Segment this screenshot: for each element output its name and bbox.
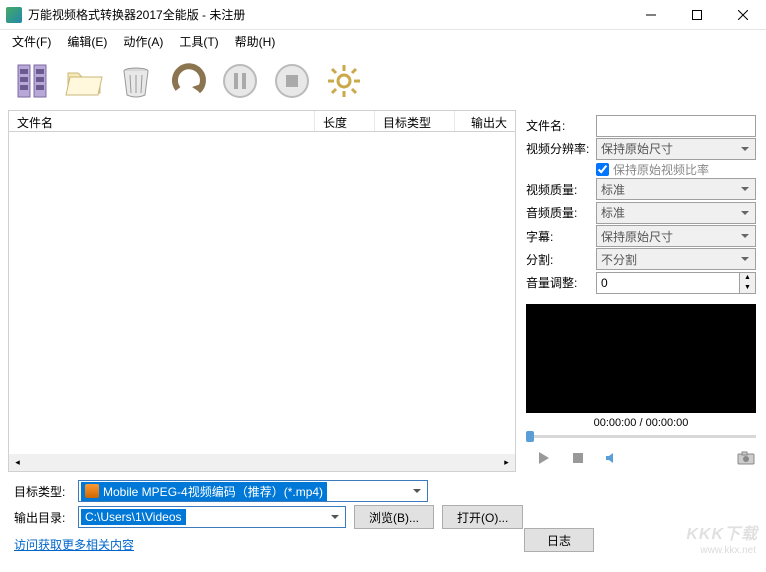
volume-spinner[interactable]: 0 ▲▼ — [596, 272, 756, 294]
add-folder-button[interactable] — [60, 57, 108, 105]
column-filename[interactable]: 文件名 — [9, 111, 315, 131]
menu-tools[interactable]: 工具(T) — [171, 31, 226, 52]
title-bar: 万能视频格式转换器2017全能版 - 未注册 — [0, 0, 766, 30]
seek-slider[interactable] — [526, 435, 756, 438]
output-dir-select[interactable]: C:\Users\1\Videos — [78, 506, 346, 528]
audio-quality-select[interactable]: 标准 — [596, 202, 756, 224]
maximize-button[interactable] — [674, 0, 720, 30]
split-select[interactable]: 不分割 — [596, 248, 756, 270]
scroll-track[interactable] — [26, 454, 498, 471]
output-dir-label: 输出目录: — [14, 509, 70, 526]
video-quality-label: 视频质量: — [526, 181, 596, 198]
mp4-icon — [85, 484, 99, 498]
resolution-select[interactable]: 保持原始尺寸 — [596, 138, 756, 160]
app-icon — [6, 7, 22, 23]
window-title: 万能视频格式转换器2017全能版 - 未注册 — [28, 6, 628, 23]
resolution-label: 视频分辨率: — [526, 140, 596, 157]
target-type-label: 目标类型: — [14, 483, 70, 500]
open-button[interactable]: 打开(O)... — [442, 505, 523, 529]
audio-quality-value: 标准 — [601, 204, 625, 221]
volume-up-icon[interactable]: ▲ — [740, 273, 755, 283]
menu-help[interactable]: 帮助(H) — [227, 31, 284, 52]
table-header: 文件名 长度 目标类型 输出大小 — [8, 110, 516, 132]
volume-icon[interactable] — [602, 448, 622, 468]
properties-pane: 文件名: 视频分辨率: 保持原始尺寸 保持原始视频比率 视频质量: 标准 音频质… — [520, 110, 766, 472]
audio-quality-label: 音频质量: — [526, 204, 596, 221]
play-button[interactable] — [534, 448, 554, 468]
scroll-right-icon[interactable]: ▸ — [498, 454, 515, 471]
stop-playback-button[interactable] — [568, 448, 588, 468]
pause-button[interactable] — [216, 57, 264, 105]
volume-label: 音量调整: — [526, 274, 596, 291]
video-quality-value: 标准 — [601, 181, 625, 198]
output-dir-value: C:\Users\1\Videos — [85, 510, 182, 524]
minimize-button[interactable] — [628, 0, 674, 30]
file-list-body[interactable]: ◂ ▸ — [8, 132, 516, 472]
scroll-left-icon[interactable]: ◂ — [9, 454, 26, 471]
resolution-value: 保持原始尺寸 — [601, 140, 673, 157]
browse-button[interactable]: 浏览(B)... — [354, 505, 434, 529]
bottom-panel: 目标类型: Mobile MPEG-4视频编码（推荐）(*.mp4) 输出目录:… — [0, 472, 766, 572]
snapshot-button[interactable] — [736, 448, 756, 468]
file-list-pane: 文件名 长度 目标类型 输出大小 ◂ ▸ — [0, 110, 520, 472]
time-separator: / — [636, 417, 645, 429]
column-length[interactable]: 长度 — [315, 111, 375, 131]
volume-value[interactable]: 0 — [596, 272, 740, 294]
subtitle-select[interactable]: 保持原始尺寸 — [596, 225, 756, 247]
time-total: 00:00:00 — [646, 417, 689, 429]
delete-button[interactable] — [112, 57, 160, 105]
column-output-size[interactable]: 输出大小 — [455, 111, 515, 131]
menu-edit[interactable]: 编辑(E) — [59, 31, 115, 52]
playback-controls — [526, 448, 756, 468]
target-type-select[interactable]: Mobile MPEG-4视频编码（推荐）(*.mp4) — [78, 480, 428, 502]
filename-label: 文件名: — [526, 117, 596, 134]
settings-button[interactable] — [320, 57, 368, 105]
keep-ratio-checkbox[interactable] — [596, 163, 609, 176]
window-buttons — [628, 0, 766, 30]
split-label: 分割: — [526, 251, 596, 268]
stop-button[interactable] — [268, 57, 316, 105]
split-value: 不分割 — [601, 251, 637, 268]
subtitle-value: 保持原始尺寸 — [601, 228, 673, 245]
horizontal-scrollbar[interactable]: ◂ ▸ — [9, 454, 515, 471]
convert-button[interactable] — [164, 57, 212, 105]
time-display: 00:00:00 / 00:00:00 — [526, 417, 756, 429]
keep-ratio-label: 保持原始视频比率 — [613, 161, 709, 178]
toolbar — [0, 52, 766, 110]
add-file-button[interactable] — [8, 57, 56, 105]
filename-input[interactable] — [596, 115, 756, 137]
related-content-link[interactable]: 访问获取更多相关内容 — [14, 536, 134, 553]
column-target-type[interactable]: 目标类型 — [375, 111, 455, 131]
menu-file[interactable]: 文件(F) — [4, 31, 59, 52]
close-button[interactable] — [720, 0, 766, 30]
seek-thumb[interactable] — [526, 431, 534, 442]
video-preview — [526, 304, 756, 413]
subtitle-label: 字幕: — [526, 228, 596, 245]
time-current: 00:00:00 — [594, 417, 637, 429]
volume-down-icon[interactable]: ▼ — [740, 283, 755, 293]
log-button[interactable]: 日志 — [524, 528, 594, 552]
menu-bar: 文件(F) 编辑(E) 动作(A) 工具(T) 帮助(H) — [0, 30, 766, 52]
target-type-value: Mobile MPEG-4视频编码（推荐）(*.mp4) — [103, 483, 323, 500]
video-quality-select[interactable]: 标准 — [596, 178, 756, 200]
menu-action[interactable]: 动作(A) — [115, 31, 171, 52]
